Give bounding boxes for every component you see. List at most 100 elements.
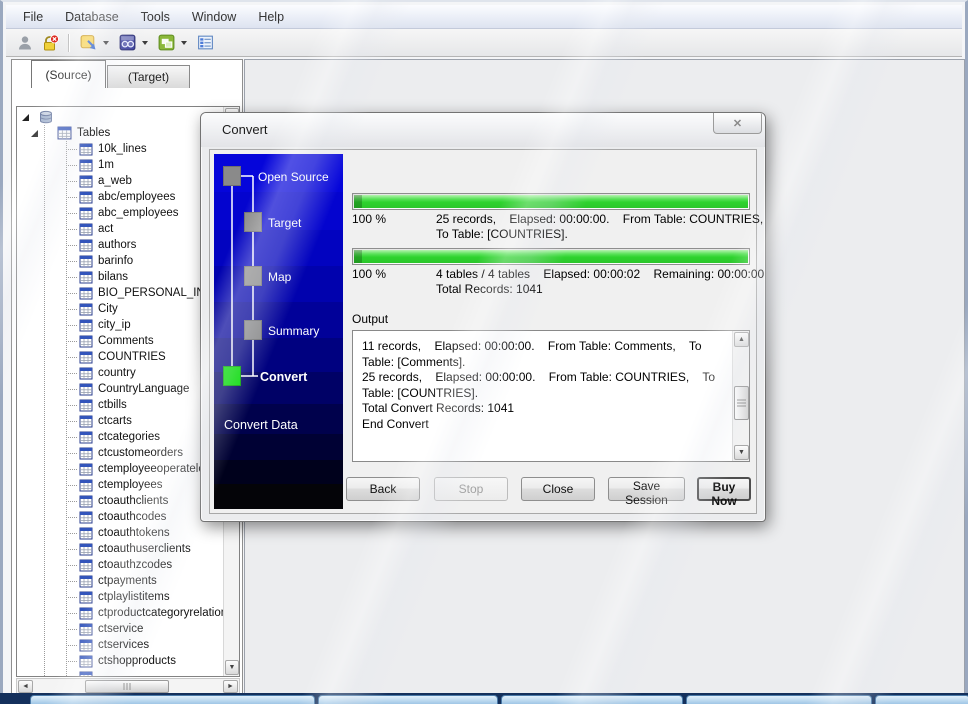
tree-connector-stub (66, 165, 77, 166)
tree-connector-stub (66, 357, 77, 358)
taskbar-button[interactable] (30, 695, 315, 704)
browse-view-dropdown-icon[interactable] (142, 41, 148, 45)
output-scroll-thumb[interactable] (734, 386, 749, 420)
screen: FileDatabaseToolsWindowHelp (0, 0, 968, 704)
menu-item-database[interactable]: Database (54, 7, 130, 27)
back-button[interactable]: Back (346, 477, 420, 501)
tab-source[interactable]: (Source) (31, 60, 106, 88)
tree-connector-stub (66, 389, 77, 390)
menu-item-window[interactable]: Window (181, 7, 247, 27)
tree-item[interactable]: ctoauthclients (17, 493, 224, 509)
tree-item[interactable]: barinfo (17, 253, 224, 269)
table-icon (79, 399, 93, 412)
expand-arrow-icon[interactable] (22, 114, 29, 121)
record-progress-detail: 25 records, Elapsed: 00:00:00. From Tabl… (436, 212, 763, 242)
lock-permissions-icon[interactable] (39, 32, 61, 54)
expand-arrow-icon[interactable] (31, 130, 38, 137)
scroll-down-icon[interactable]: ▼ (225, 660, 239, 675)
tree-item[interactable]: ctproductcategoryrelation (17, 605, 224, 621)
menu-item-file[interactable]: File (12, 7, 54, 27)
tree-item[interactable]: act (17, 221, 224, 237)
tree-item[interactable]: ctemployeeoperatelog (17, 461, 224, 477)
menu-item-tools[interactable]: Tools (130, 7, 181, 27)
tree-item[interactable]: City (17, 301, 224, 317)
stop-button[interactable]: Stop (434, 477, 508, 501)
dialog-title-bar[interactable]: Convert (201, 113, 765, 147)
buy-now-button[interactable]: Buy Now (697, 477, 751, 501)
tree-item[interactable]: CountryLanguage (17, 381, 224, 397)
open-datasource-dropdown-icon[interactable] (103, 41, 109, 45)
tree-item[interactable]: ctoauthuserclients (17, 541, 224, 557)
close-button[interactable]: Close (521, 477, 595, 501)
tree-item[interactable]: ctcustomeorders (17, 445, 224, 461)
tree-connector-stub (66, 373, 77, 374)
tree-item[interactable]: bilans (17, 269, 224, 285)
tree-item[interactable]: ctcategories (17, 429, 224, 445)
tree-item[interactable]: ctservices (17, 637, 224, 653)
scroll-right-icon[interactable]: ► (223, 680, 238, 693)
details-list-icon[interactable] (194, 32, 216, 54)
tree-item[interactable]: ctemployees (17, 477, 224, 493)
tree-item-partial[interactable] (17, 669, 224, 676)
tree-item[interactable]: city_ip (17, 317, 224, 333)
taskbar-button[interactable] (318, 695, 498, 704)
open-datasource-icon[interactable] (77, 32, 99, 54)
tree-item[interactable]: ctoauthtokens (17, 525, 224, 541)
progress-detail-line: To Table: [COUNTRIES]. (436, 227, 763, 242)
tree-item[interactable]: 1m (17, 157, 224, 173)
menu-item-help[interactable]: Help (247, 7, 295, 27)
output-scrollbar[interactable]: ▲ ▼ (732, 331, 749, 461)
scroll-down-icon[interactable]: ▼ (734, 445, 749, 460)
tree-connector-stub (66, 261, 77, 262)
table-icon (79, 303, 93, 316)
tree-item[interactable]: Comments (17, 333, 224, 349)
taskbar[interactable] (0, 693, 968, 704)
wizard-step-indicator-summary (244, 320, 262, 340)
toolbar (6, 29, 962, 57)
tree-connector-stub (66, 437, 77, 438)
tree-item[interactable]: ctpayments (17, 573, 224, 589)
taskbar-button[interactable] (875, 695, 968, 704)
tree-connector-stub (66, 229, 77, 230)
tree-hscroll-thumb[interactable] (85, 680, 169, 693)
taskbar-button[interactable] (501, 695, 683, 704)
tree-item-label: country (98, 367, 136, 379)
tree-item[interactable]: abc/employees (17, 189, 224, 205)
tree-items: Tables 10k_lines 1m (17, 107, 224, 676)
tree-item-label: ctpayments (98, 575, 157, 587)
table-icon (79, 367, 93, 380)
tree-item[interactable]: 10k_lines (17, 141, 224, 157)
tree-item[interactable]: ctoauthcodes (17, 509, 224, 525)
tree-item-tables[interactable]: Tables (17, 125, 224, 141)
tab-target[interactable]: (Target) (107, 65, 190, 88)
tree-item[interactable]: ctservice (17, 621, 224, 637)
tree-item[interactable]: a_web (17, 173, 224, 189)
save-session-button[interactable]: Save Session (608, 477, 685, 501)
tree-item[interactable]: abc_employees (17, 205, 224, 221)
tree-item[interactable]: country (17, 365, 224, 381)
table-icon (79, 591, 93, 604)
output-box: 11 records, Elapsed: 00:00:00. From Tabl… (352, 330, 750, 462)
user-icon[interactable] (14, 32, 36, 54)
tree-item[interactable]: ctshopproducts (17, 653, 224, 669)
scroll-left-icon[interactable]: ◄ (18, 680, 33, 693)
tree-item[interactable]: ctplaylistitems (17, 589, 224, 605)
overall-progress-fill (354, 250, 748, 263)
tree-item-label: CountryLanguage (98, 383, 189, 395)
tree-item-label: ctoauthcodes (98, 511, 166, 523)
tree-item[interactable]: ctoauthzcodes (17, 557, 224, 573)
tree-item[interactable]: BIO_PERSONAL_INF (17, 285, 224, 301)
tree-item-database-root[interactable] (17, 109, 224, 125)
close-button[interactable]: ✕ (713, 113, 762, 134)
tree-item-label: ctplaylistitems (98, 591, 170, 603)
window-layout-icon[interactable] (155, 32, 177, 54)
taskbar-button[interactable] (686, 695, 872, 704)
tree-item[interactable]: ctbills (17, 397, 224, 413)
window-layout-dropdown-icon[interactable] (181, 41, 187, 45)
browse-view-icon[interactable] (116, 32, 138, 54)
tables-icon (57, 126, 72, 140)
tree-item[interactable]: authors (17, 237, 224, 253)
tree-item[interactable]: COUNTRIES (17, 349, 224, 365)
tree-item[interactable]: ctcarts (17, 413, 224, 429)
scroll-up-icon[interactable]: ▲ (734, 332, 749, 347)
